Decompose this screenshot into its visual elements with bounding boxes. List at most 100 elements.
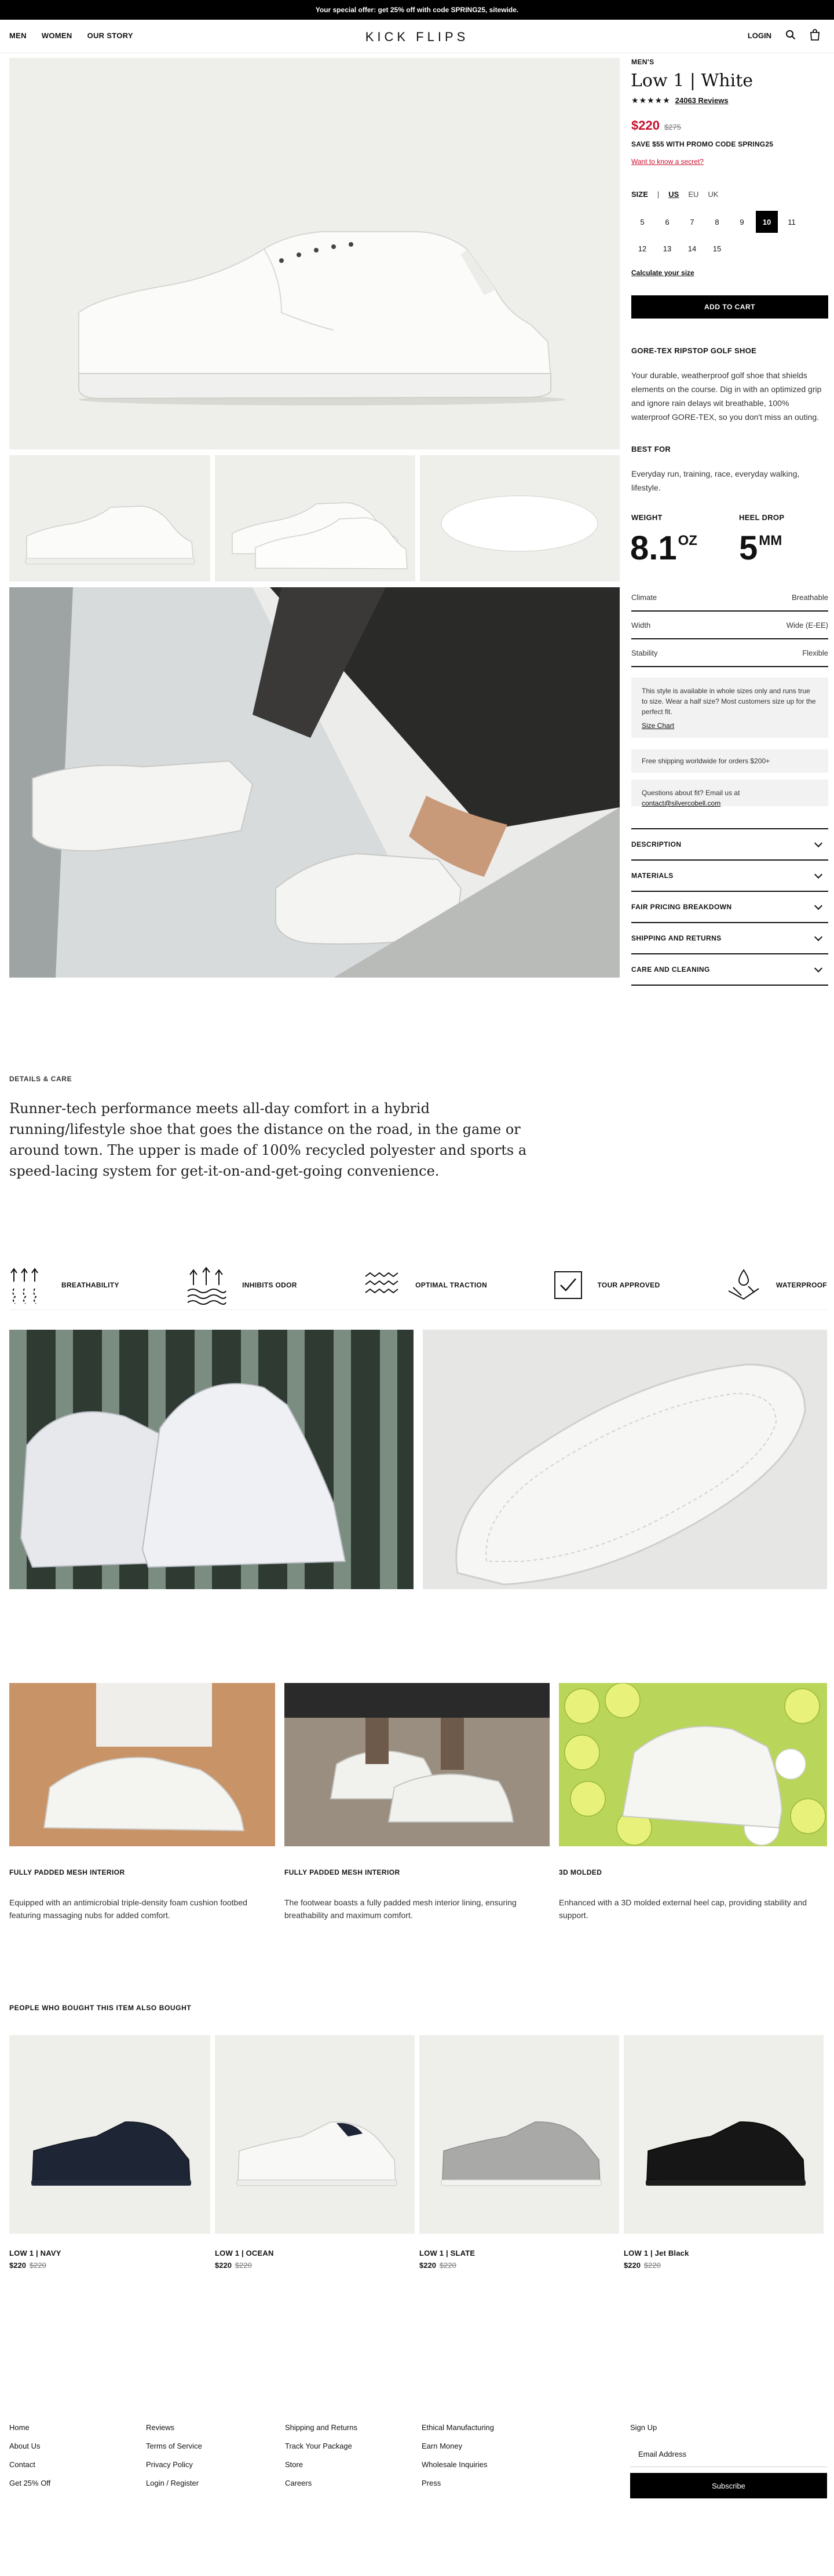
footer-link[interactable]: Shipping and Returns: [285, 2423, 357, 2432]
chevron-down-icon: [814, 870, 823, 879]
signup-email-input[interactable]: [630, 2442, 827, 2467]
footer-link[interactable]: Wholesale Inquiries: [422, 2460, 494, 2469]
product-card[interactable]: LOW 1 | NAVY $220 $220: [9, 2035, 210, 2270]
subscribe-button[interactable]: Subscribe: [630, 2473, 827, 2498]
footer-link[interactable]: Contact: [9, 2460, 50, 2469]
product-thumbnail-2[interactable]: [215, 455, 415, 581]
size-separator: |: [657, 190, 660, 199]
size-chart-link[interactable]: Size Chart: [642, 720, 674, 731]
product-card-image[interactable]: [9, 2035, 210, 2234]
footer-link[interactable]: Reviews: [146, 2423, 202, 2432]
heel-drop-label: HEEL DROP: [739, 513, 785, 522]
product-card-price: $220 $220: [215, 2261, 252, 2270]
product-card-price: $220 $220: [419, 2261, 456, 2270]
size-option[interactable]: 8: [706, 211, 728, 233]
product-card-image[interactable]: [215, 2035, 415, 2234]
product-card[interactable]: LOW 1 | SLATE $220 $220: [419, 2035, 619, 2270]
feature-tour-approved: TOUR APPROVED: [554, 1271, 660, 1300]
search-icon[interactable]: [785, 30, 796, 42]
unit-us[interactable]: US: [668, 190, 679, 199]
product-card-name[interactable]: LOW 1 | Jet Black: [624, 2249, 824, 2257]
column-title-1: FULLY PADDED MESH INTERIOR: [9, 1868, 125, 1876]
signup-label: Sign Up: [630, 2423, 657, 2432]
product-card-name[interactable]: LOW 1 | SLATE: [419, 2249, 619, 2257]
size-grid: 5 6 7 8 9 10 11 12 13 14 15: [631, 211, 829, 259]
size-option[interactable]: 5: [631, 211, 653, 233]
chevron-down-icon: [814, 901, 823, 910]
promo-text: SAVE $55 WITH PROMO CODE SPRING25: [631, 140, 774, 148]
bag-icon[interactable]: [810, 29, 820, 42]
product-card-image[interactable]: [419, 2035, 619, 2234]
column-image-1: [9, 1683, 275, 1846]
product-thumbnail-3[interactable]: [420, 455, 620, 581]
size-unit-row: SIZE | US EU UK: [631, 190, 718, 199]
product-card-name[interactable]: LOW 1 | OCEAN: [215, 2249, 415, 2257]
star-rating: ★★★★★: [631, 96, 671, 105]
site-header: MEN WOMEN OUR STORY KICK FLIPS LOGIN: [0, 20, 834, 53]
product-card[interactable]: LOW 1 | Jet Black $220 $220: [624, 2035, 824, 2270]
footer-column-2: Reviews Terms of Service Privacy Policy …: [146, 2423, 202, 2487]
accordion-description[interactable]: DESCRIPTION: [631, 829, 828, 861]
reviews-link[interactable]: 24063 Reviews: [675, 96, 729, 105]
calculate-size-link[interactable]: Calculate your size: [631, 269, 694, 277]
site-logo[interactable]: KICK FLIPS: [0, 30, 834, 45]
footer-link[interactable]: Home: [9, 2423, 50, 2432]
footer-link[interactable]: Terms of Service: [146, 2442, 202, 2450]
column-text-1: Equipped with an antimicrobial triple-de…: [9, 1898, 247, 1920]
footer-link[interactable]: Careers: [285, 2479, 357, 2487]
spec-row: Climate Breathable: [631, 584, 828, 612]
spec-row: Stability Flexible: [631, 639, 828, 667]
shipping-note: Free shipping worldwide for orders $200+: [631, 749, 828, 773]
also-bought-title: PEOPLE WHO BOUGHT THIS ITEM ALSO BOUGHT: [9, 2004, 192, 2012]
secret-link[interactable]: Want to know a secret?: [631, 158, 704, 166]
accordion-materials[interactable]: MATERIALS: [631, 861, 828, 892]
accordion-shipping-returns[interactable]: SHIPPING AND RETURNS: [631, 923, 828, 954]
feature-breathability: BREATHABILITY: [9, 1264, 119, 1306]
footer-column-4: Ethical Manufacturing Earn Money Wholesa…: [422, 2423, 494, 2487]
size-option[interactable]: 11: [781, 211, 803, 233]
price-row: $220 $275: [631, 118, 681, 133]
size-option[interactable]: 15: [706, 237, 728, 259]
details-eyebrow: DETAILS & CARE: [9, 1075, 72, 1083]
feature-traction: OPTIMAL TRACTION: [363, 1271, 487, 1300]
size-option-selected[interactable]: 10: [756, 211, 778, 233]
column-title-2: FULLY PADDED MESH INTERIOR: [284, 1868, 400, 1876]
add-to-cart-button[interactable]: ADD TO CART: [631, 295, 828, 319]
footer-link[interactable]: Privacy Policy: [146, 2460, 202, 2469]
price: $220: [631, 118, 660, 133]
chevron-down-icon: [814, 839, 823, 847]
footer-link[interactable]: About Us: [9, 2442, 50, 2450]
size-option[interactable]: 9: [731, 211, 753, 233]
column-title-3: 3D MOLDED: [559, 1868, 602, 1876]
footer-link[interactable]: Earn Money: [422, 2442, 494, 2450]
size-option[interactable]: 7: [681, 211, 703, 233]
detail-image-outsole: [423, 1330, 827, 1589]
footer-column-1: Home About Us Contact Get 25% Off: [9, 2423, 50, 2487]
product-card-image[interactable]: [624, 2035, 824, 2234]
spec-row: Width Wide (E-EE): [631, 612, 828, 639]
footer-link[interactable]: Get 25% Off: [9, 2479, 50, 2487]
product-thumbnail-1[interactable]: [9, 455, 210, 581]
accordion-care-cleaning[interactable]: CARE AND CLEANING: [631, 954, 828, 986]
login-link[interactable]: LOGIN: [748, 31, 771, 40]
footer-column-3: Shipping and Returns Track Your Package …: [285, 2423, 357, 2487]
unit-uk[interactable]: UK: [708, 190, 718, 199]
spec-table: Climate Breathable Width Wide (E-EE) Stabi…: [631, 584, 828, 667]
size-option[interactable]: 12: [631, 237, 653, 259]
footer-link[interactable]: Press: [422, 2479, 494, 2487]
footer-link[interactable]: Store: [285, 2460, 357, 2469]
product-card[interactable]: LOW 1 | OCEAN $220 $220: [215, 2035, 415, 2270]
footer-link[interactable]: Track Your Package: [285, 2442, 357, 2450]
product-card-price: $220 $220: [624, 2261, 661, 2270]
footer-link[interactable]: Ethical Manufacturing: [422, 2423, 494, 2432]
size-option[interactable]: 6: [656, 211, 678, 233]
size-option[interactable]: 13: [656, 237, 678, 259]
product-main-image[interactable]: [9, 58, 620, 449]
product-card-name[interactable]: LOW 1 | NAVY: [9, 2249, 210, 2257]
size-option[interactable]: 14: [681, 237, 703, 259]
footer-link[interactable]: Login / Register: [146, 2479, 202, 2487]
product-title: Low 1 | White: [631, 71, 753, 91]
unit-eu[interactable]: EU: [688, 190, 698, 199]
accordion-fair-pricing[interactable]: FAIR PRICING BREAKDOWN: [631, 892, 828, 923]
contact-email-link[interactable]: contact@silvercobell.com: [642, 799, 720, 807]
